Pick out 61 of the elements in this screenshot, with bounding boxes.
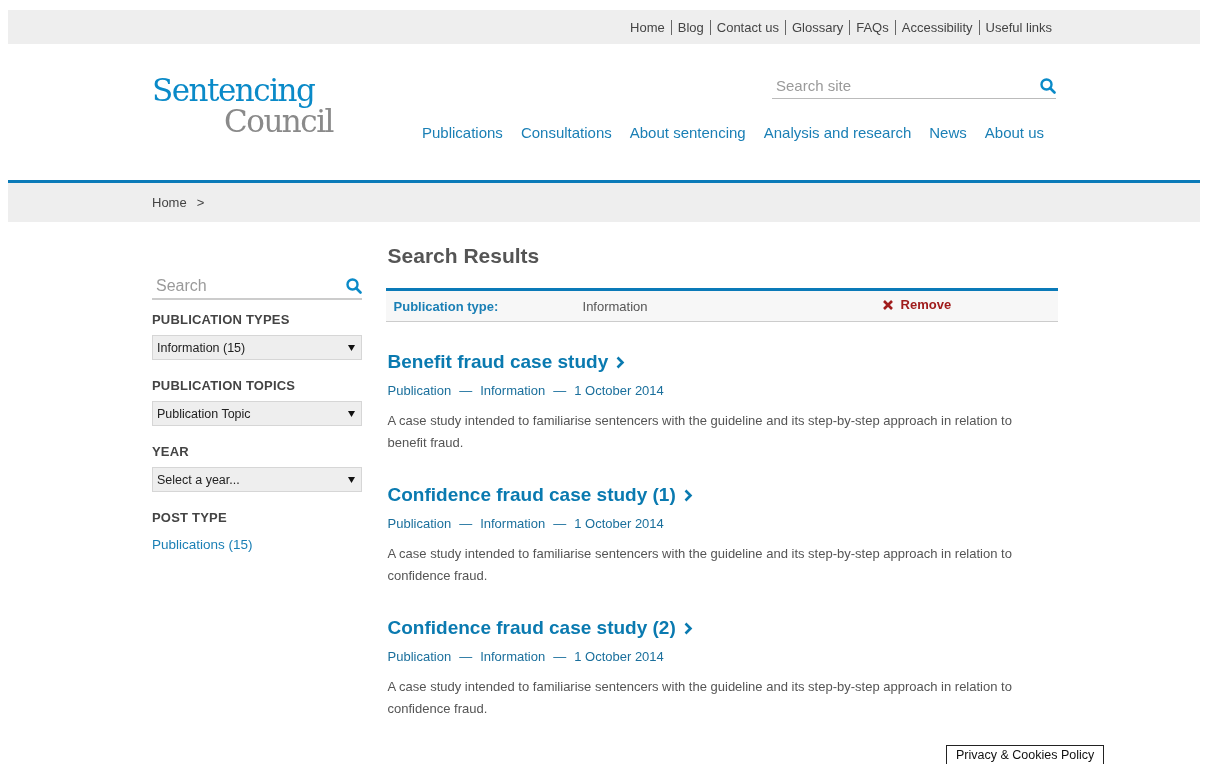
result-meta: Publication [387,383,452,398]
top-link[interactable]: Blog [671,19,710,35]
chevron-icon [683,621,693,635]
search-icon[interactable] [345,278,362,294]
filter-heading: PUBLICATION TYPES [152,312,291,327]
close-icon [882,299,893,310]
nav-link[interactable]: About sentencing [629,124,746,141]
cookie-policy-button[interactable]: Privacy & Cookies Policy [946,745,1105,764]
result-summary: A case study intended to familiarise sentencers with the guideline and its step-by-step approach in relation to confidence fraud. [387,545,1013,585]
result-meta: 1 October 2014 [574,516,664,531]
chevron-icon [683,488,693,502]
top-link[interactable]: FAQs [850,19,895,35]
top-link[interactable]: Useful links [979,19,1058,35]
nav-link[interactable]: Consultations [520,124,612,141]
breadcrumb-link[interactable]: Home [152,195,187,210]
meta-separator: — [459,649,473,664]
result-title-link[interactable]: Confidence fraud case study (2) [387,617,676,639]
result-summary: A case study intended to familiarise sentencers with the guideline and its step-by-step approach in relation to confidence fraud. [387,678,1013,718]
search-field[interactable]: Search site [772,73,1056,99]
logo-text[interactable]: Sentencing [152,75,342,106]
top-link[interactable]: Glossary [785,19,850,35]
result-meta: Information [480,649,546,664]
filter-label: Publication type: [393,298,500,314]
remove-link[interactable]: Remove [882,297,952,312]
filter-value: Information [582,298,649,314]
page-title: Search Results [387,243,541,269]
filter-heading: YEAR [152,444,190,459]
dropdown[interactable]: Information (15) [152,335,362,360]
result-meta: Publication [387,516,452,531]
dropdown[interactable]: Select a year... [152,467,362,492]
filter-heading: PUBLICATION TOPICS [152,378,297,393]
nav-link[interactable]: Publications [422,124,503,141]
result-meta: 1 October 2014 [574,649,664,664]
result-meta: Information [480,383,546,398]
meta-separator: — [459,383,473,398]
caret-icon [347,344,355,351]
dropdown[interactable]: Publication Topic [152,401,362,426]
result-meta: 1 October 2014 [574,383,664,398]
nav-link[interactable]: News [929,124,967,141]
search-icon[interactable] [1040,78,1056,94]
nav-link[interactable]: Analysis and research [763,124,912,141]
search-field[interactable]: Search [152,273,362,300]
caret-icon [347,410,355,417]
post-type-link[interactable]: Publications (15) [152,537,362,552]
meta-separator: — [553,649,567,664]
top-link[interactable]: Contact us [710,19,785,35]
filter-heading: POST TYPE [152,510,228,525]
caret-icon [347,476,355,483]
result-title-link[interactable]: Benefit fraud case study [387,351,609,373]
top-link[interactable]: Home [624,19,671,35]
meta-separator: — [459,516,473,531]
result-meta: Information [480,516,546,531]
breadcrumb-separator: > [196,195,205,210]
meta-separator: — [553,383,567,398]
nav-link[interactable]: About us [984,124,1044,141]
result-meta: Publication [387,649,452,664]
result-title-link[interactable]: Confidence fraud case study (1) [387,484,676,506]
meta-separator: — [553,516,567,531]
top-link[interactable]: Accessibility [895,19,979,35]
chevron-icon [616,355,626,369]
result-summary: A case study intended to familiarise sentencers with the guideline and its step-by-step approach in relation to benefit fraud. [387,412,1013,452]
